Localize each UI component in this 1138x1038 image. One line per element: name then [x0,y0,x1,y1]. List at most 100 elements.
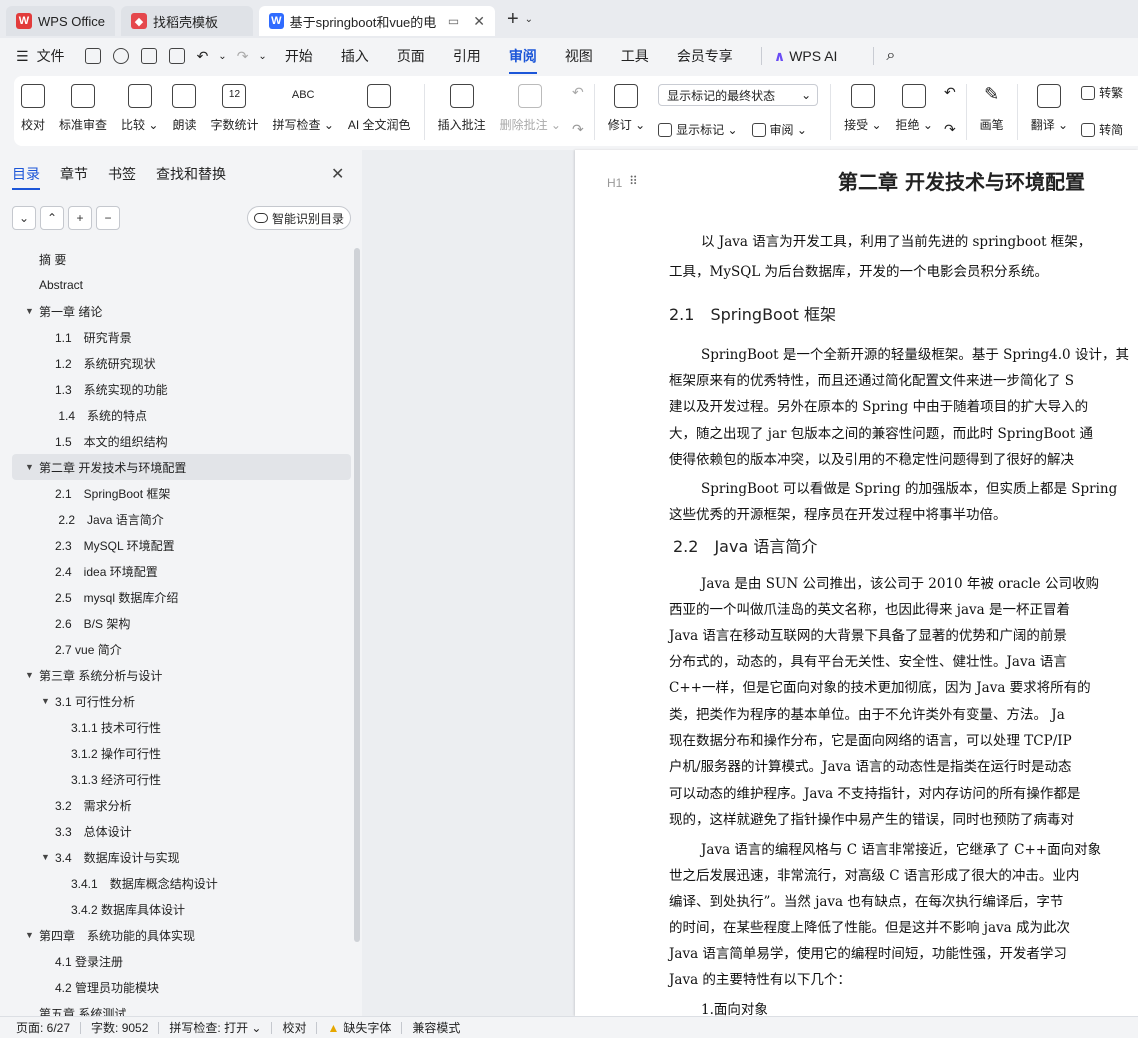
toc-item[interactable]: ▼ 第四章 系统功能的具体实现 [12,922,351,948]
toc-item[interactable]: 2.5 mysql 数据库介绍 [12,584,351,610]
toc-item[interactable]: 3.2 需求分析 [12,792,351,818]
tab-bookmarks[interactable]: 书签 [108,164,136,184]
reject-button[interactable]: 拒绝 ⌄ [896,84,933,133]
close-icon[interactable]: ✕ [331,164,344,184]
expand-arrow-icon[interactable]: ▼ [25,930,34,940]
add-icon[interactable]: + [68,206,92,230]
markup-state-dropdown[interactable]: 显示标记的最终状态 ⌄ [658,84,819,106]
toc-item[interactable]: 3.1.2 操作可行性 [12,740,351,766]
toc-item[interactable]: Abstract [12,272,351,298]
show-markup-button[interactable]: 显示标记 ⌄ [676,121,737,138]
tab-find-replace[interactable]: 查找和替换 [156,164,226,184]
toc-item[interactable]: 2.2 Java 语言简介 [12,506,351,532]
save-icon[interactable] [84,48,101,64]
toc-item[interactable]: 3.1.1 技术可行性 [12,714,351,740]
menu-reference[interactable]: 引用 [453,46,481,66]
translate-button[interactable]: 翻译 ⌄ [1031,84,1068,133]
new-tab-icon[interactable]: + [507,8,519,31]
toc-item[interactable]: 1.3 系统实现的功能 [12,376,351,402]
spell-check-status[interactable]: 拼写检查: 打开 ⌄ [169,1019,261,1036]
standard-review-button[interactable]: 标准审查 [59,84,107,133]
search-icon[interactable]: ⌕ [886,47,895,65]
page-indicator[interactable]: 页面: 6/27 [16,1019,70,1036]
toc-item[interactable]: 1.5 本文的组织结构 [12,428,351,454]
expand-arrow-icon[interactable]: ▼ [41,696,50,706]
smart-toc-button[interactable]: 智能识别目录 [247,206,351,230]
menu-insert[interactable]: 插入 [341,46,369,66]
share-icon[interactable] [112,48,129,64]
menu-member[interactable]: 会员专享 [677,46,733,66]
toc-item[interactable]: 2.7 vue 简介 [12,636,351,662]
undo-icon[interactable]: ↶ [197,48,209,65]
toc-item[interactable]: 1.4 系统的特点 [12,402,351,428]
toc-item[interactable]: 2.1 SpringBoot 框架 [12,480,351,506]
collapse-up-icon[interactable]: ⌃ [40,206,64,230]
hamburger-icon[interactable]: ☰ [16,48,29,65]
toc-item[interactable]: 摘 要 [12,246,351,272]
print-preview-icon[interactable] [168,48,185,64]
expand-arrow-icon[interactable]: ▼ [41,852,50,862]
more-icon[interactable]: ⌄ [258,51,266,62]
missing-font-status[interactable]: 缺失字体 [343,1019,391,1036]
chevron-down-icon[interactable]: ⌄ [525,14,533,25]
review-pane-button[interactable]: 审阅 ⌄ [770,121,807,138]
close-icon[interactable]: ✕ [473,13,485,30]
menu-review[interactable]: 审阅 [508,46,537,74]
toc-item[interactable]: 2.3 MySQL 环境配置 [12,532,351,558]
tab-toc[interactable]: 目录 [12,164,40,190]
toc-item[interactable]: 2.4 idea 环境配置 [12,558,351,584]
monitor-icon[interactable]: ▭ [448,14,459,28]
ai-proof-button[interactable]: AI 全文润色 [348,84,411,133]
expand-down-icon[interactable]: ⌄ [12,206,36,230]
print-icon[interactable] [140,48,157,64]
next-change-icon[interactable]: ↷ [944,121,956,138]
toc-item[interactable]: ▼ 第三章 系统分析与设计 [12,662,351,688]
menu-start[interactable]: 开始 [285,46,313,66]
to-traditional-button[interactable]: 转繁 [1081,84,1123,101]
toc-item[interactable]: ▼ 第一章 绪论 [12,298,351,324]
expand-arrow-icon[interactable]: ▼ [25,462,34,472]
toc-item[interactable]: 3.1.3 经济可行性 [12,766,351,792]
menu-tools[interactable]: 工具 [621,46,649,66]
toc-item[interactable]: 3.3 总体设计 [12,818,351,844]
toc-item[interactable]: ▼ 3.1 可行性分析 [12,688,351,714]
word-count-status[interactable]: 字数: 9052 [91,1019,148,1036]
undo-more-icon[interactable]: ⌄ [218,51,226,62]
toc-item[interactable]: 2.6 B/S 架构 [12,610,351,636]
toc-item[interactable]: 3.4.2 数据库具体设计 [12,896,351,922]
expand-arrow-icon[interactable]: ▼ [25,670,34,680]
read-aloud-button[interactable]: 朗读 [172,84,196,133]
to-simplified-button[interactable]: 转简 [1081,121,1123,138]
accept-button[interactable]: 接受 ⌄ [844,84,882,133]
toc-item[interactable]: 1.1 研究背景 [12,324,351,350]
track-changes-button[interactable]: 修订 ⌄ [608,84,645,133]
tab-templates[interactable]: ◆ 找稻壳模板 [120,6,253,36]
delete-comment-button[interactable]: 删除批注 ⌄ [500,84,561,133]
proof-status[interactable]: 校对 [282,1019,306,1036]
redo-icon[interactable]: ↷ [237,48,249,65]
toc-item[interactable]: 1.2 系统研究现状 [12,350,351,376]
menu-page[interactable]: 页面 [397,46,425,66]
remove-icon[interactable]: − [96,206,120,230]
menu-view[interactable]: 视图 [565,46,593,66]
tab-wps-office[interactable]: W WPS Office [6,6,115,36]
prev-comment-icon[interactable]: ↶ [572,84,584,101]
proofread-button[interactable]: 校对 [21,84,45,133]
toc-item[interactable]: 4.1 登录注册 [12,948,351,974]
spell-check-button[interactable]: ABC 拼写检查 ⌄ [272,84,333,133]
tab-sections[interactable]: 章节 [60,164,88,184]
word-count-button[interactable]: 12 字数统计 [210,84,258,133]
prev-change-icon[interactable]: ↶ [944,84,956,101]
pen-button[interactable]: ✎ 画笔 [980,84,1004,133]
document-page[interactable]: H1 ⠿ 第二章 开发技术与环境配置 以 Java 语言为开发工具，利用了当前先… [575,150,1138,1016]
next-comment-icon[interactable]: ↷ [572,121,584,138]
toc-item[interactable]: ▼ 第二章 开发技术与环境配置 [12,454,351,480]
scrollbar[interactable] [354,248,360,942]
tab-document[interactable]: W 基于springboot和vue的电影 ▭ ✕ [258,6,495,36]
toc-item[interactable]: 4.2 管理员功能模块 [12,974,351,1000]
drag-handle-icon[interactable]: ⠿ [629,174,639,188]
expand-arrow-icon[interactable]: ▼ [25,306,34,316]
toc-item[interactable]: ▼ 3.4 数据库设计与实现 [12,844,351,870]
insert-comment-button[interactable]: 插入批注 [438,84,486,133]
toc-item[interactable]: 3.4.1 数据库概念结构设计 [12,870,351,896]
